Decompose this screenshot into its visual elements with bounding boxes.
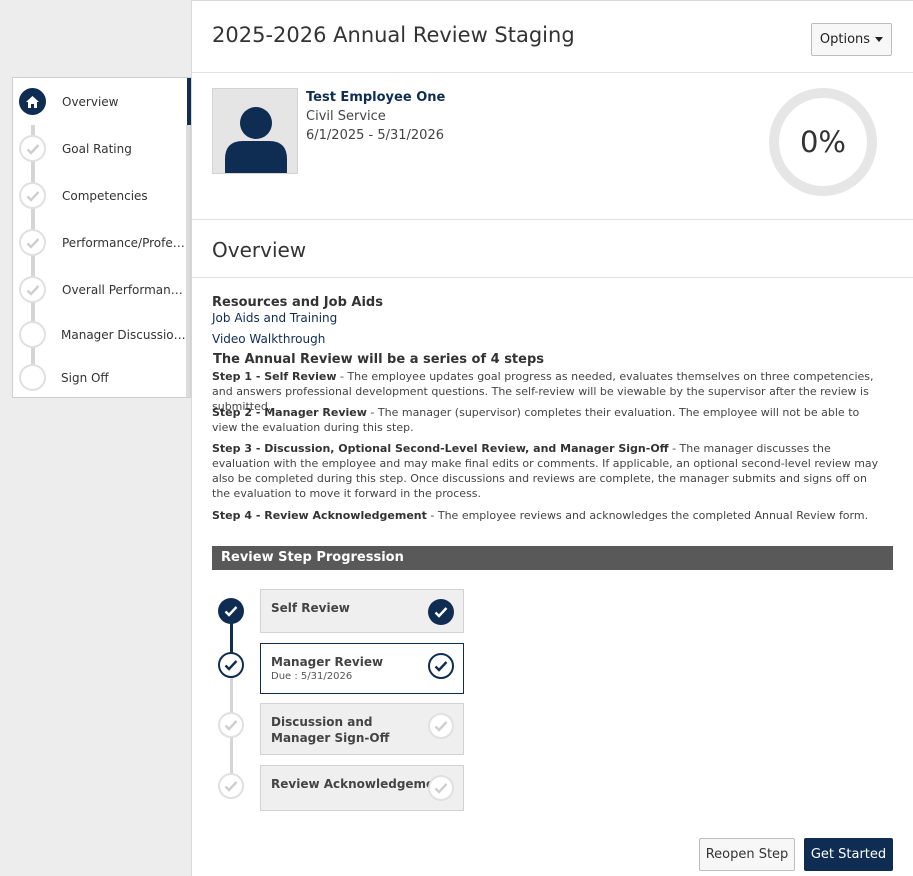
main-panel: 2025-2026 Annual Review Staging Options … [191,0,913,876]
step-card-self-review[interactable]: Self Review [260,589,464,633]
sidebar-item-label: Competencies [62,188,148,203]
step-description: Step 4 - Review Acknowledgement - The em… [212,508,888,523]
sidebar-item-sign-off[interactable]: Sign Off [13,354,191,401]
section-title: Overview [212,238,307,262]
section-divider [192,219,913,220]
progress-percent: 0% [799,125,846,159]
step-card-title: Discussion and Manager Sign-Off [271,715,390,745]
page-title: 2025-2026 Annual Review Staging [212,23,575,47]
sidebar-item-manager-discussion[interactable]: Manager Discussion, R... [13,311,191,358]
step-card-due: Due : 5/31/2026 [271,671,353,682]
review-period: 6/1/2025 - 5/31/2026 [306,128,444,143]
step-card-acknowledgement[interactable]: Review Acknowledgement [260,765,464,811]
avatar [212,88,298,174]
check-icon [19,229,46,256]
check-icon [428,653,454,679]
sidebar-item-competencies[interactable]: Competencies [13,172,191,219]
job-aids-link[interactable]: Job Aids and Training [212,311,337,325]
header-divider [192,72,913,73]
check-icon [19,182,46,209]
timeline-check-icon [218,652,244,678]
step-description: Step 3 - Discussion, Optional Second-Lev… [212,441,888,501]
timeline-check-icon [218,773,244,799]
get-started-button[interactable]: Get Started [804,838,893,871]
home-icon [19,88,46,115]
step-card-title: Review Acknowledgement [271,777,449,791]
sidebar-item-label: Performance/Professi... [62,235,188,250]
sidebar-item-label: Sign Off [61,370,109,385]
options-button[interactable]: Options [811,23,892,56]
options-label: Options [819,32,871,47]
empty-circle-icon [19,364,46,391]
sidebar-item-overview[interactable]: Overview [13,78,191,125]
timeline-check-icon [218,712,244,738]
step-label: Step 3 - Discussion, Optional Second-Lev… [212,442,669,455]
step-label: Step 2 - Manager Review [212,406,367,419]
step-card-manager-review[interactable]: Manager Review Due : 5/31/2026 [260,643,464,694]
employee-type: Civil Service [306,109,386,124]
step-card-title: Manager Review [271,655,384,669]
progression-header: Review Step Progression [212,546,893,570]
sidebar-item-label: Goal Rating [62,141,132,156]
steps-heading: The Annual Review will be a series of 4 … [213,352,545,367]
step-card-discussion[interactable]: Discussion and Manager Sign-Off [260,703,464,755]
sidebar-item-label: Overall Performance R... [62,282,188,297]
caret-down-icon [875,37,884,42]
step-label: Step 1 - Self Review [212,370,337,383]
resources-heading: Resources and Job Aids [212,295,383,310]
sidebar-item-label: Overview [62,94,119,109]
step-text: - The employee reviews and acknowledges … [426,509,869,522]
sidebar-item-goal-rating[interactable]: Goal Rating [13,125,191,172]
empty-circle-icon [19,321,46,348]
timeline-check-icon [218,598,244,624]
step-description: Step 2 - Manager Review - The manager (s… [212,405,888,435]
step-label: Step 4 - Review Acknowledgement [212,509,427,522]
check-icon [428,599,454,625]
check-icon [428,775,454,801]
step-card-title: Self Review [271,601,350,615]
section-divider [192,277,913,278]
employee-name: Test Employee One [306,90,446,105]
sidebar-item-overall-performance[interactable]: Overall Performance R... [13,266,191,313]
check-icon [428,713,454,739]
sidebar-item-label: Manager Discussion, R... [61,327,187,342]
step-sidebar: Overview Goal Rating Competencies Perfor… [12,77,191,398]
check-icon [19,276,46,303]
reopen-step-button[interactable]: Reopen Step [699,838,795,871]
check-icon [19,135,46,162]
sidebar-item-performance[interactable]: Performance/Professi... [13,219,191,266]
video-walkthrough-link[interactable]: Video Walkthrough [212,332,325,346]
sidebar-scrollbar[interactable] [186,125,190,397]
